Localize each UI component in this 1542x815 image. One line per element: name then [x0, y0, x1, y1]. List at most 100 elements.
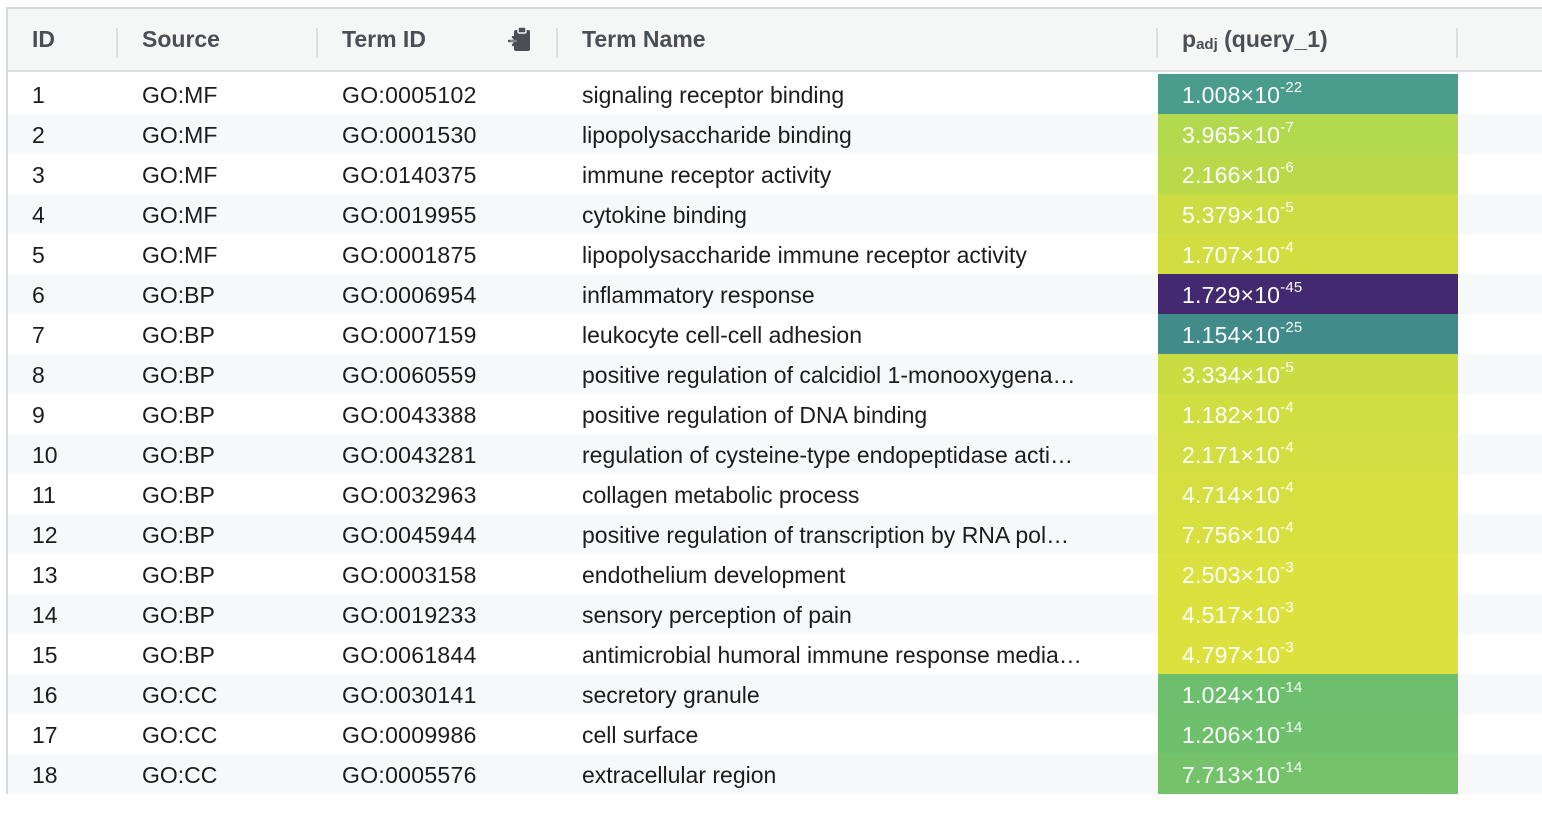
- padj-exponent: -4: [1280, 519, 1294, 536]
- cell-padj: 7.756×10-4: [1158, 514, 1458, 554]
- header-source[interactable]: Source: [142, 9, 220, 70]
- cell-id: 1: [32, 82, 45, 108]
- padj-mantissa: 7.713×10: [1182, 762, 1281, 788]
- cell-term-name: inflammatory response: [582, 282, 815, 308]
- padj-mantissa: 3.334×10: [1182, 362, 1281, 388]
- table-row[interactable]: 2 GO:MF GO:0001530 lipopolysaccharide bindi…: [8, 114, 1542, 154]
- cell-padj: 4.797×10-3: [1158, 634, 1458, 674]
- header-padj-p: p: [1182, 26, 1197, 52]
- header-id[interactable]: ID: [32, 9, 55, 70]
- table-row[interactable]: 6 GO:BP GO:0006954 inflammatory response 1.7…: [8, 274, 1542, 314]
- padj-mantissa: 4.714×10: [1182, 482, 1281, 508]
- cell-source: GO:BP: [142, 642, 215, 668]
- table-row[interactable]: 5 GO:MF GO:0001875 lipopolysaccharide immun…: [8, 234, 1542, 274]
- cell-padj: 1.182×10-4: [1158, 394, 1458, 434]
- cell-padj: 4.714×10-4: [1158, 474, 1458, 514]
- cell-term-id: GO:0003158: [342, 562, 477, 588]
- cell-padj: 1.729×10-45: [1158, 274, 1458, 314]
- table-row[interactable]: 14 GO:BP GO:0019233 sensory perception of p…: [8, 594, 1542, 634]
- column-divider[interactable]: [556, 28, 558, 58]
- cell-id: 2: [32, 122, 45, 148]
- results-table: ID Source Term ID Term Name p adj (query_…: [6, 7, 1542, 794]
- cell-term-name: signaling receptor binding: [582, 82, 845, 108]
- padj-exponent: -5: [1280, 359, 1294, 376]
- cell-term-name: lipopolysaccharide binding: [582, 122, 852, 148]
- padj-mantissa: 1.008×10: [1182, 82, 1281, 108]
- cell-term-id: GO:0043281: [342, 442, 477, 468]
- header-term-id[interactable]: Term ID: [342, 9, 426, 70]
- cell-padj: 5.379×10-5: [1158, 194, 1458, 234]
- cell-term-id: GO:0005576: [342, 762, 477, 788]
- table-row[interactable]: 3 GO:MF GO:0140375 immune receptor activity…: [8, 154, 1542, 194]
- padj-mantissa: 1.729×10: [1182, 282, 1281, 308]
- cell-padj: 4.517×10-3: [1158, 594, 1458, 634]
- header-padj[interactable]: p adj (query_1): [1182, 9, 1328, 70]
- cell-source: GO:CC: [142, 722, 218, 748]
- table-row[interactable]: 7 GO:BP GO:0007159 leukocyte cell-cell adhe…: [8, 314, 1542, 354]
- cell-id: 9: [32, 402, 45, 428]
- cell-source: GO:CC: [142, 762, 218, 788]
- padj-exponent: -4: [1280, 239, 1294, 256]
- table-row[interactable]: 12 GO:BP GO:0045944 positive regulation of …: [8, 514, 1542, 554]
- cell-source: GO:BP: [142, 602, 215, 628]
- header-term-name-label: Term Name: [582, 26, 706, 52]
- cell-source: GO:BP: [142, 322, 215, 348]
- cell-padj: 3.334×10-5: [1158, 354, 1458, 394]
- padj-mantissa: 1.154×10: [1182, 322, 1281, 348]
- cell-term-name: immune receptor activity: [582, 162, 832, 188]
- table-row[interactable]: 1 GO:MF GO:0005102 signaling receptor bindi…: [8, 74, 1542, 114]
- padj-mantissa: 1.206×10: [1182, 722, 1281, 748]
- padj-mantissa: 4.797×10: [1182, 642, 1281, 668]
- cell-source: GO:MF: [142, 202, 218, 228]
- table-row[interactable]: 8 GO:BP GO:0060559 positive regulation of c…: [8, 354, 1542, 394]
- cell-source: GO:MF: [142, 122, 218, 148]
- cell-term-name: sensory perception of pain: [582, 602, 852, 628]
- cell-padj: 2.171×10-4: [1158, 434, 1458, 474]
- header-padj-sub: adj: [1196, 36, 1218, 53]
- padj-mantissa: 2.166×10: [1182, 162, 1281, 188]
- cell-term-id: GO:0060559: [342, 362, 477, 388]
- padj-exponent: -4: [1280, 439, 1294, 456]
- cell-term-name: leukocyte cell-cell adhesion: [582, 322, 862, 348]
- padj-exponent: -6: [1280, 159, 1294, 176]
- cell-source: GO:BP: [142, 282, 215, 308]
- cell-id: 16: [32, 682, 58, 708]
- padj-mantissa: 2.171×10: [1182, 442, 1281, 468]
- cell-id: 11: [32, 482, 56, 508]
- padj-mantissa: 1.707×10: [1182, 242, 1281, 268]
- table-row[interactable]: 15 GO:BP GO:0061844 antimicrobial humoral i…: [8, 634, 1542, 674]
- table-row[interactable]: 11 GO:BP GO:0032963 collagen metabolic proc…: [8, 474, 1542, 514]
- header-term-name[interactable]: Term Name: [582, 9, 706, 70]
- column-divider[interactable]: [316, 28, 318, 58]
- table-row[interactable]: 16 GO:CC GO:0030141 secretory granule 1.024×…: [8, 674, 1542, 714]
- column-divider[interactable]: [116, 28, 118, 58]
- table-row[interactable]: 17 GO:CC GO:0009986 cell surface 1.206×10-14: [8, 714, 1542, 754]
- padj-mantissa: 4.517×10: [1182, 602, 1281, 628]
- cell-term-name: cell surface: [582, 722, 699, 748]
- table-row[interactable]: 10 GO:BP GO:0043281 regulation of cysteine-…: [8, 434, 1542, 474]
- clipboard-icon[interactable]: [508, 26, 534, 54]
- column-divider[interactable]: [1456, 28, 1458, 58]
- padj-exponent: -14: [1280, 679, 1303, 696]
- padj-mantissa: 3.965×10: [1182, 122, 1281, 148]
- table-row[interactable]: 18 GO:CC GO:0005576 extracellular region 7.7…: [8, 754, 1542, 794]
- cell-padj: 1.008×10-22: [1158, 74, 1458, 114]
- padj-exponent: -4: [1280, 399, 1294, 416]
- cell-term-id: GO:0043388: [342, 402, 477, 428]
- padj-mantissa: 1.024×10: [1182, 682, 1281, 708]
- cell-term-name: positive regulation of transcription by …: [582, 522, 1070, 548]
- table-row[interactable]: 9 GO:BP GO:0043388 positive regulation of D…: [8, 394, 1542, 434]
- cell-id: 10: [32, 442, 58, 468]
- cell-source: GO:BP: [142, 362, 215, 388]
- padj-exponent: -14: [1280, 759, 1303, 776]
- cell-padj: 1.024×10-14: [1158, 674, 1458, 714]
- table-row[interactable]: 4 GO:MF GO:0019955 cytokine binding 5.379×10…: [8, 194, 1542, 234]
- cell-term-name: cytokine binding: [582, 202, 747, 228]
- cell-term-id: GO:0006954: [342, 282, 477, 308]
- padj-exponent: -22: [1280, 79, 1303, 96]
- cell-term-id: GO:0005102: [342, 82, 477, 108]
- table-row[interactable]: 13 GO:BP GO:0003158 endothelium development…: [8, 554, 1542, 594]
- cell-term-id: GO:0019955: [342, 202, 477, 228]
- cell-padj: 3.965×10-7: [1158, 114, 1458, 154]
- column-divider[interactable]: [1156, 28, 1158, 58]
